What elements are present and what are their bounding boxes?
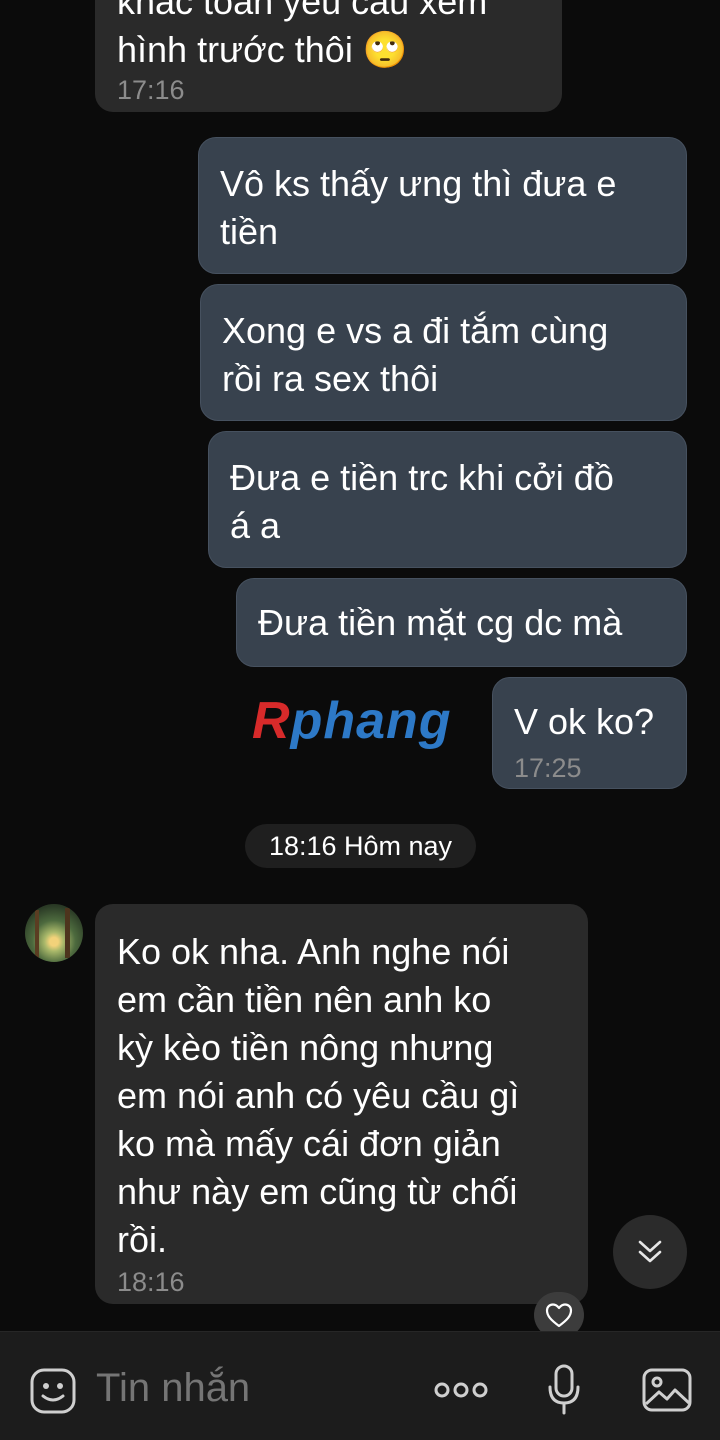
message-text: Đưa e tiền trc khi cởi đồ á a (230, 457, 614, 546)
message-time: 17:16 (117, 75, 185, 105)
emoji-button[interactable] (26, 1364, 80, 1418)
message-text: khác toàn yêu cầu xem hình trước thôi 🙄 (117, 0, 488, 70)
message-text: Ko ok nha. Anh nghe nói em cần tiền nên … (117, 931, 520, 1260)
gallery-button[interactable] (640, 1364, 694, 1416)
more-dots-icon (434, 1382, 488, 1398)
message-text: Đưa tiền mặt cg dc mà (258, 602, 623, 643)
message-bubble-received[interactable]: Ko ok nha. Anh nghe nói em cần tiền nên … (95, 904, 588, 1304)
message-bubble-sent[interactable]: Đưa e tiền trc khi cởi đồ á a (208, 431, 687, 568)
more-options-button[interactable] (430, 1370, 492, 1410)
double-chevron-down-icon (638, 1240, 662, 1263)
microphone-icon (548, 1364, 580, 1415)
message-bubble-sent[interactable]: V ok ko? 17:25 (492, 677, 687, 789)
message-input[interactable] (96, 1360, 396, 1416)
message-text: Xong e vs a đi tắm cùng rồi ra sex thôi (222, 310, 609, 399)
message-text: Vô ks thấy ưng thì đưa e tiền (220, 163, 617, 252)
message-bubble-sent[interactable]: Đưa tiền mặt cg dc mà (236, 578, 687, 667)
voice-record-button[interactable] (544, 1362, 584, 1418)
gallery-icon (642, 1368, 692, 1412)
avatar[interactable] (25, 904, 83, 962)
message-text: V ok ko? (514, 701, 655, 742)
scroll-down-button[interactable] (613, 1215, 687, 1289)
emoji-icon (30, 1368, 76, 1414)
watermark-logo: Rphang (252, 688, 472, 754)
message-bubble-sent[interactable]: Xong e vs a đi tắm cùng rồi ra sex thôi (200, 284, 687, 421)
message-bubble-sent[interactable]: Vô ks thấy ưng thì đưa e tiền (198, 137, 687, 274)
date-separator: 18:16 Hôm nay (245, 824, 476, 868)
watermark-part1: R (252, 692, 291, 750)
message-bubble-received[interactable]: khác toàn yêu cầu xem hình trước thôi 🙄 … (95, 0, 562, 112)
message-time: 17:25 (514, 753, 582, 783)
message-time: 18:16 (117, 1267, 185, 1297)
heart-icon (545, 1303, 573, 1328)
watermark-part2: phang (290, 692, 452, 750)
